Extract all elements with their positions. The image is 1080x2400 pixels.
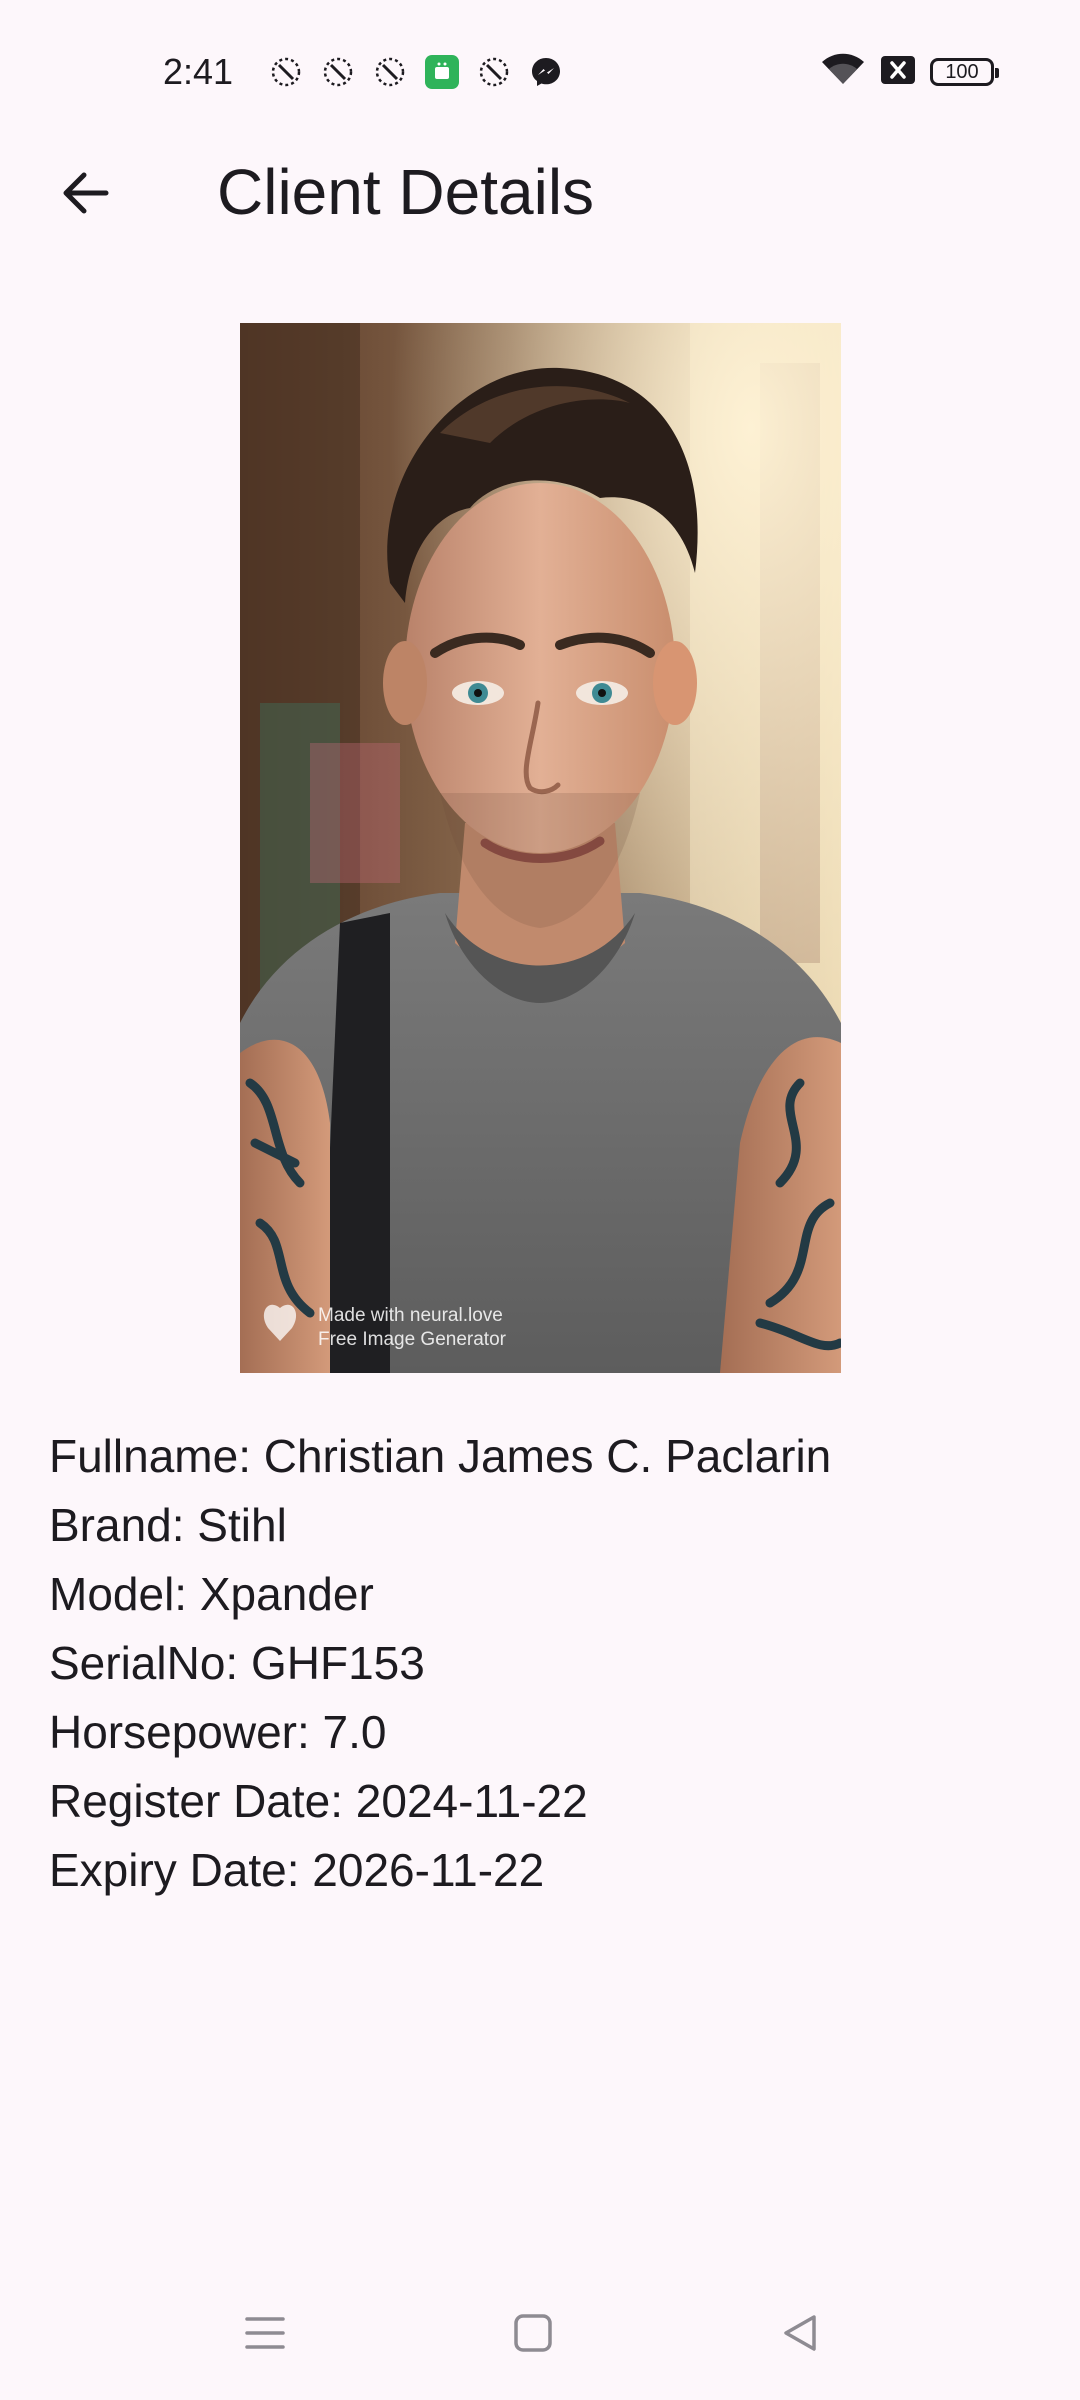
status-time: 2:41 (163, 51, 234, 92)
app-bar: Client Details (0, 140, 1080, 240)
recent-apps-button[interactable] (225, 2295, 305, 2375)
arrow-back-icon (58, 166, 112, 225)
menu-icon (243, 2311, 287, 2360)
satellite-icon (372, 54, 408, 90)
battery-level: 100 (945, 60, 979, 83)
detail-serial: SerialNo: GHF153 (49, 1637, 425, 1689)
messenger-icon (528, 54, 564, 90)
system-icons: 100 (820, 52, 999, 93)
watermark-line2: Free Image Generator (318, 1329, 507, 1350)
detail-brand: Brand: Stihl (49, 1499, 287, 1551)
no-signal-icon (880, 55, 916, 90)
android-app-icon (424, 54, 460, 90)
system-back-button[interactable] (760, 2295, 840, 2375)
client-details: Fullname: Christian James C. Paclarin Br… (49, 1422, 1049, 1905)
detail-fullname: Fullname: Christian James C. Paclarin (49, 1430, 832, 1482)
battery-icon: 100 (930, 58, 999, 86)
back-icon (778, 2311, 822, 2360)
detail-horsepower: Horsepower: 7.0 (49, 1706, 387, 1758)
back-button[interactable] (42, 152, 128, 238)
notification-icons (268, 52, 564, 92)
status-bar: 2:41 100 (0, 0, 1080, 140)
wifi-icon (820, 52, 866, 93)
satellite-icon (320, 54, 356, 90)
satellite-icon (268, 54, 304, 90)
detail-register-date: Register Date: 2024-11-22 (49, 1775, 588, 1827)
page-title: Client Details (217, 156, 595, 228)
detail-model: Model: Xpander (49, 1568, 374, 1620)
client-photo: Made with neural.love Free Image Generat… (240, 323, 841, 1373)
detail-expiry-date: Expiry Date: 2026-11-22 (49, 1844, 545, 1896)
watermark-line1: Made with neural.love (318, 1305, 503, 1326)
navigation-bar (0, 2270, 1080, 2400)
home-button[interactable] (493, 2295, 573, 2375)
home-icon (511, 2311, 555, 2360)
satellite-icon (476, 54, 512, 90)
